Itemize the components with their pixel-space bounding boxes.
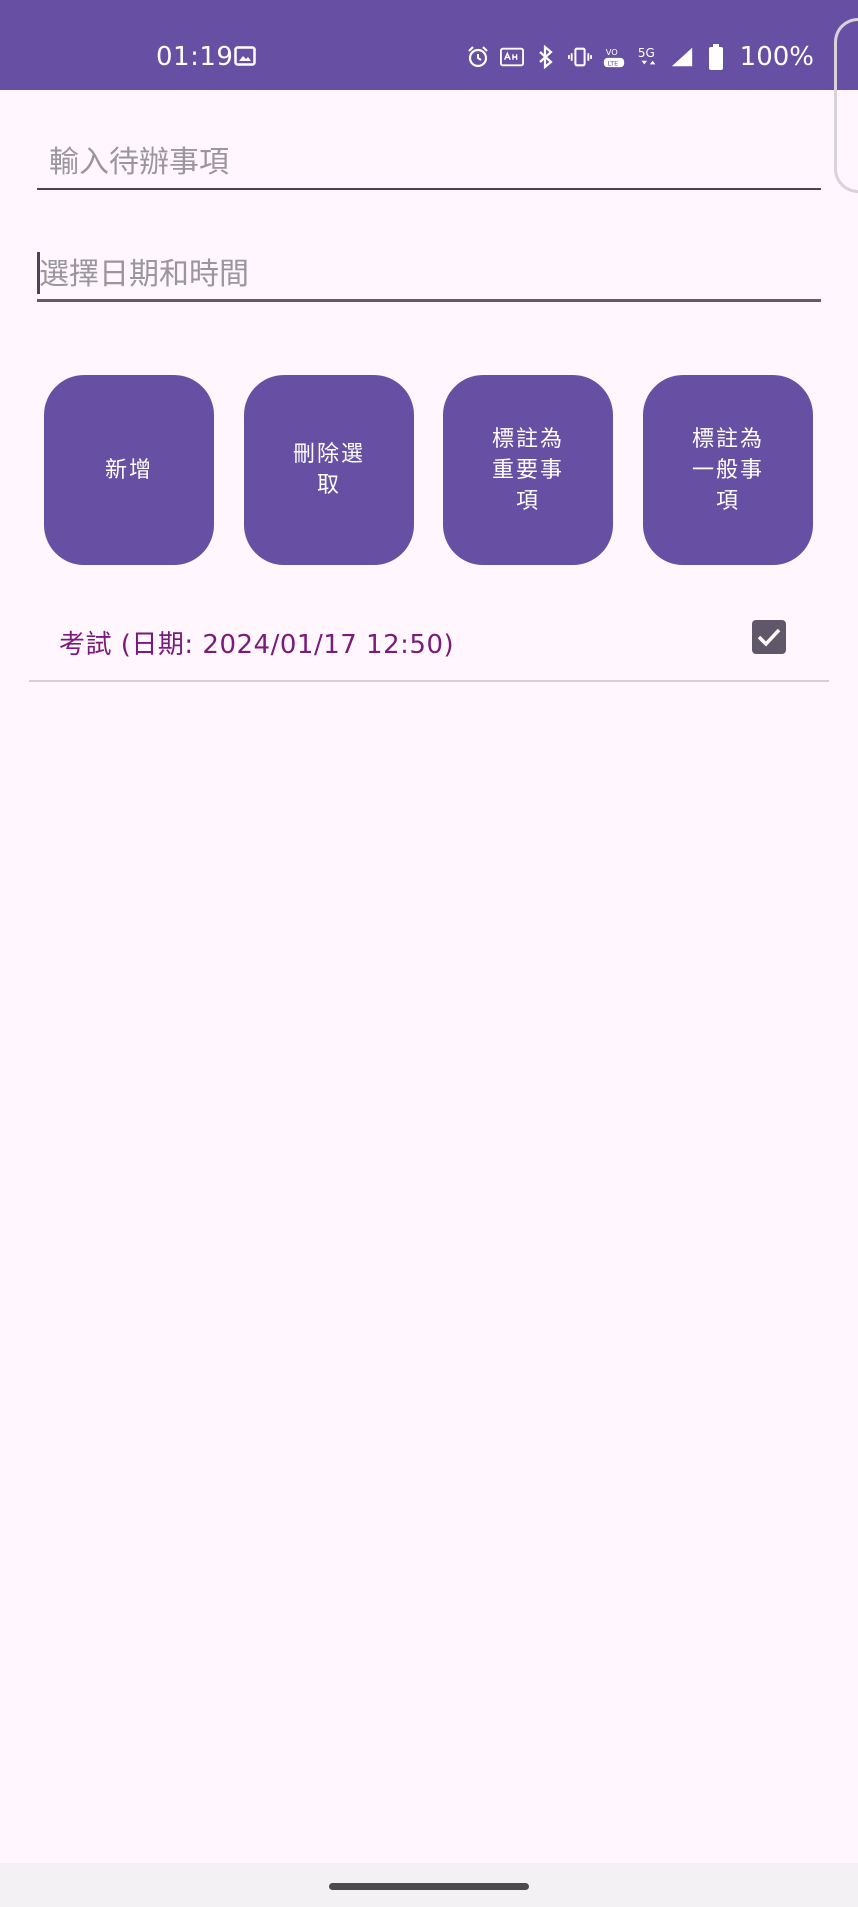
battery-text: 100% bbox=[739, 42, 814, 72]
add-button[interactable]: 新增 bbox=[44, 375, 214, 565]
image-icon bbox=[234, 46, 256, 66]
network-label: 5G bbox=[638, 46, 655, 60]
svg-text:VO: VO bbox=[605, 47, 618, 57]
alarm-icon bbox=[466, 45, 490, 69]
volte-icon: VO LTE bbox=[602, 45, 626, 69]
text-cursor bbox=[37, 252, 40, 294]
list-item[interactable]: 考試 (日期: 2024/01/17 12:50) bbox=[29, 598, 829, 682]
status-bar: 01:19 VO LTE 5G 100% bbox=[0, 0, 858, 90]
signal-icon bbox=[670, 45, 694, 69]
todo-input-field bbox=[37, 140, 821, 190]
todo-input-underline bbox=[37, 188, 821, 190]
screen-edge-bracket bbox=[834, 18, 858, 193]
svg-text:LTE: LTE bbox=[607, 59, 618, 67]
date-input-underline bbox=[37, 299, 821, 302]
todo-input[interactable] bbox=[37, 140, 821, 184]
todo-item-text: 考試 (日期: 2024/01/17 12:50) bbox=[59, 630, 455, 660]
navigation-bar bbox=[0, 1863, 858, 1907]
status-time: 01:19 bbox=[156, 42, 234, 72]
checkmark-icon bbox=[757, 628, 781, 647]
date-time-input[interactable] bbox=[37, 250, 821, 298]
5g-icon: 5G bbox=[636, 45, 660, 69]
battery-icon bbox=[704, 44, 728, 70]
mark-normal-button[interactable]: 標註為 一般事 項 bbox=[643, 375, 813, 565]
vibrate-icon bbox=[567, 45, 592, 69]
todo-item-checkbox[interactable] bbox=[752, 620, 786, 654]
todo-list: 考試 (日期: 2024/01/17 12:50) bbox=[29, 598, 829, 682]
bluetooth-icon bbox=[534, 45, 558, 69]
auto-hd-icon bbox=[499, 45, 524, 69]
mark-important-button[interactable]: 標註為 重要事 項 bbox=[443, 375, 613, 565]
home-gesture-handle[interactable] bbox=[329, 1883, 529, 1890]
status-icons: VO LTE 5G 100% bbox=[466, 42, 814, 72]
date-input-field bbox=[37, 250, 821, 304]
delete-selected-button[interactable]: 刪除選 取 bbox=[244, 375, 414, 565]
